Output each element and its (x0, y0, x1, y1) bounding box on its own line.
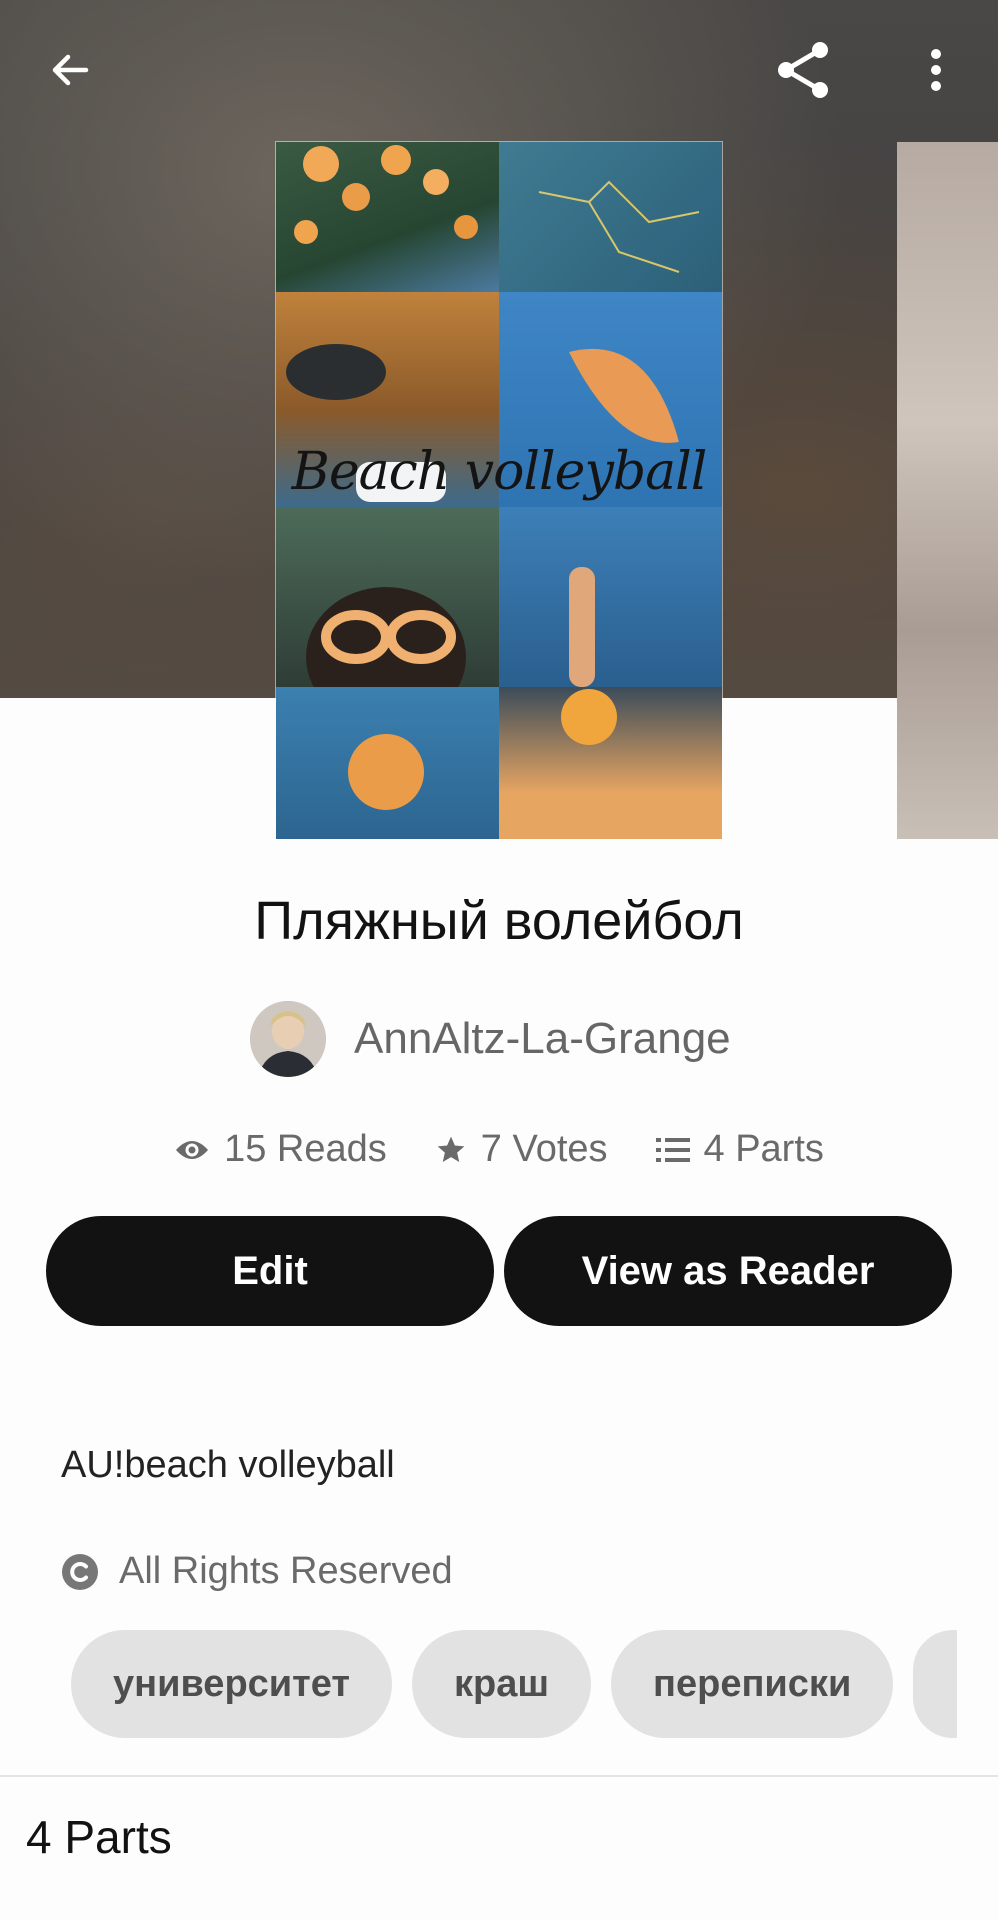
story-description: AU!beach volleyball (61, 1444, 395, 1486)
votes-count: 7 Votes (480, 1128, 608, 1170)
copyright-notice: All Rights Reserved (61, 1550, 453, 1593)
cover-tile (276, 687, 499, 839)
list-icon (655, 1137, 690, 1162)
author-link[interactable]: AnnAltz-La-Grange (250, 1000, 731, 1078)
author-name: AnnAltz-La-Grange (354, 1014, 731, 1063)
votes-stat: 7 Votes (435, 1128, 608, 1171)
copyright-text: All Rights Reserved (119, 1550, 453, 1592)
parts-count: 4 Parts (703, 1128, 824, 1170)
view-as-reader-button[interactable]: View as Reader (504, 1216, 952, 1326)
cover-overlay-text: Beach volleyball (291, 442, 708, 502)
reads-stat: 15 Reads (174, 1128, 387, 1171)
tag-list: университет краш переписки (71, 1630, 957, 1738)
tag-chip[interactable] (913, 1630, 957, 1738)
tag-chip[interactable]: краш (412, 1630, 592, 1738)
story-cover[interactable]: Beach volleyball (276, 142, 722, 839)
parts-stat: 4 Parts (655, 1128, 824, 1171)
cover-tile (499, 687, 722, 839)
copyright-icon (62, 1553, 98, 1590)
reads-count: 15 Reads (224, 1128, 387, 1170)
back-arrow-icon (52, 54, 89, 86)
tag-chip[interactable]: переписки (611, 1630, 894, 1738)
next-story-cover[interactable] (897, 142, 998, 839)
parts-section-heading: 4 Parts (26, 1811, 172, 1863)
cover-tile (276, 142, 499, 292)
cover-tile (276, 507, 499, 687)
more-options-button[interactable] (896, 30, 976, 110)
eye-icon (176, 1140, 209, 1159)
tag-chip[interactable]: университет (71, 1630, 392, 1738)
edit-button[interactable]: Edit (46, 1216, 494, 1326)
story-title: Пляжный волейбол (254, 891, 744, 951)
share-icon (778, 42, 828, 98)
share-button[interactable] (764, 30, 844, 110)
avatar (250, 1001, 326, 1077)
divider (0, 1775, 998, 1777)
story-stats: 15 Reads 7 Votes 4 Parts (0, 1128, 998, 1171)
cover-tile (499, 142, 722, 292)
star-icon (437, 1136, 465, 1162)
cover-tile (499, 507, 722, 687)
more-vertical-icon (931, 49, 941, 91)
back-button[interactable] (30, 30, 110, 110)
